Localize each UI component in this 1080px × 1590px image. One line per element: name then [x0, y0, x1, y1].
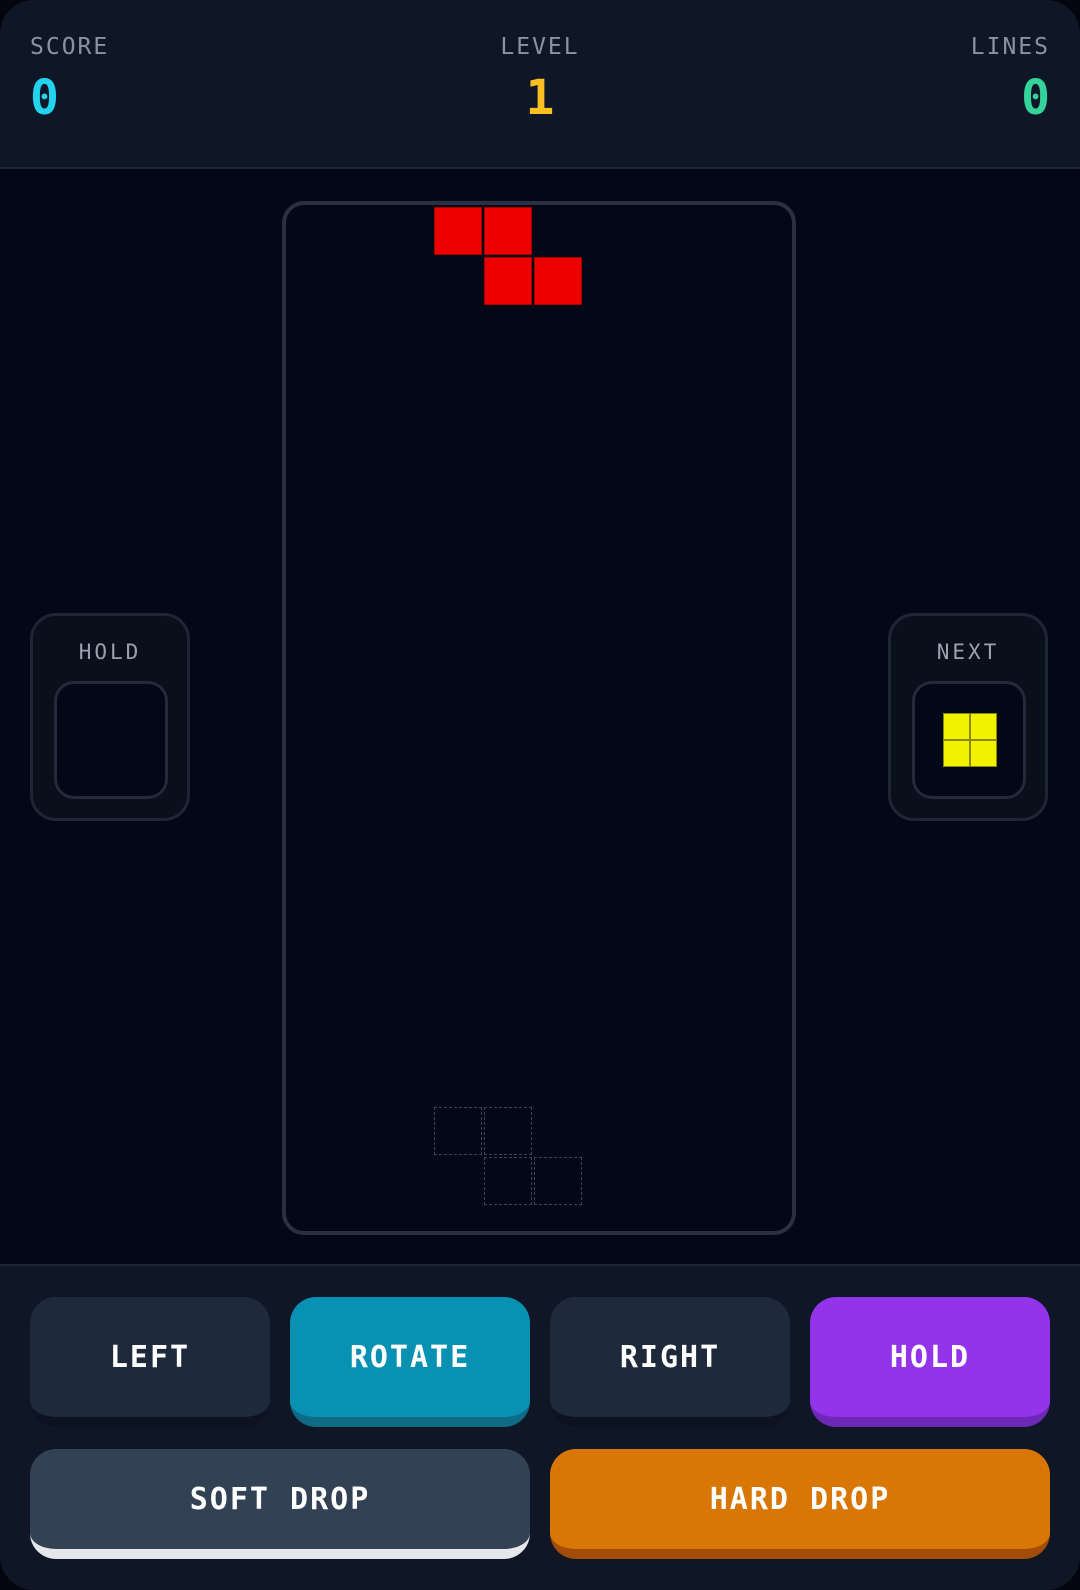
- hold-slot: [54, 681, 168, 799]
- tetris-app: SCORE 0 LEVEL 1 LINES 0 HOLD NEXT LEFT R…: [0, 0, 1080, 1590]
- level-stat: LEVEL 1: [0, 34, 1080, 126]
- ghost-piece-block: [484, 1107, 532, 1155]
- score-header: SCORE 0 LEVEL 1 LINES 0: [0, 0, 1080, 169]
- level-value: 1: [525, 70, 555, 126]
- hold-panel: HOLD: [30, 613, 190, 821]
- next-slot: [912, 681, 1026, 799]
- level-label: LEVEL: [500, 34, 580, 60]
- lines-value: 0: [1021, 70, 1050, 126]
- ghost-piece-block: [534, 1157, 582, 1205]
- active-z-piece-block: [484, 257, 532, 305]
- next-o-piece-block: [943, 713, 970, 740]
- rotate-button[interactable]: ROTATE: [290, 1297, 530, 1427]
- right-button[interactable]: RIGHT: [550, 1297, 790, 1427]
- hard-drop-button[interactable]: HARD DROP: [550, 1449, 1050, 1559]
- lines-label: LINES: [970, 34, 1050, 60]
- left-button[interactable]: LEFT: [30, 1297, 270, 1427]
- active-z-piece-block: [534, 257, 582, 305]
- game-board[interactable]: [282, 201, 796, 1235]
- hold-button[interactable]: HOLD: [810, 1297, 1050, 1427]
- lines-stat: LINES 0: [971, 34, 1050, 126]
- active-z-piece-block: [484, 207, 532, 255]
- next-o-piece-block: [943, 740, 970, 767]
- ghost-piece-block: [484, 1157, 532, 1205]
- next-o-piece-block: [970, 740, 997, 767]
- next-o-piece-block: [970, 713, 997, 740]
- active-z-piece-block: [434, 207, 482, 255]
- next-title: NEXT: [936, 640, 1000, 664]
- soft-drop-button[interactable]: SOFT DROP: [30, 1449, 530, 1559]
- ghost-piece-block: [434, 1107, 482, 1155]
- hold-title: HOLD: [78, 640, 142, 664]
- next-panel: NEXT: [888, 613, 1048, 821]
